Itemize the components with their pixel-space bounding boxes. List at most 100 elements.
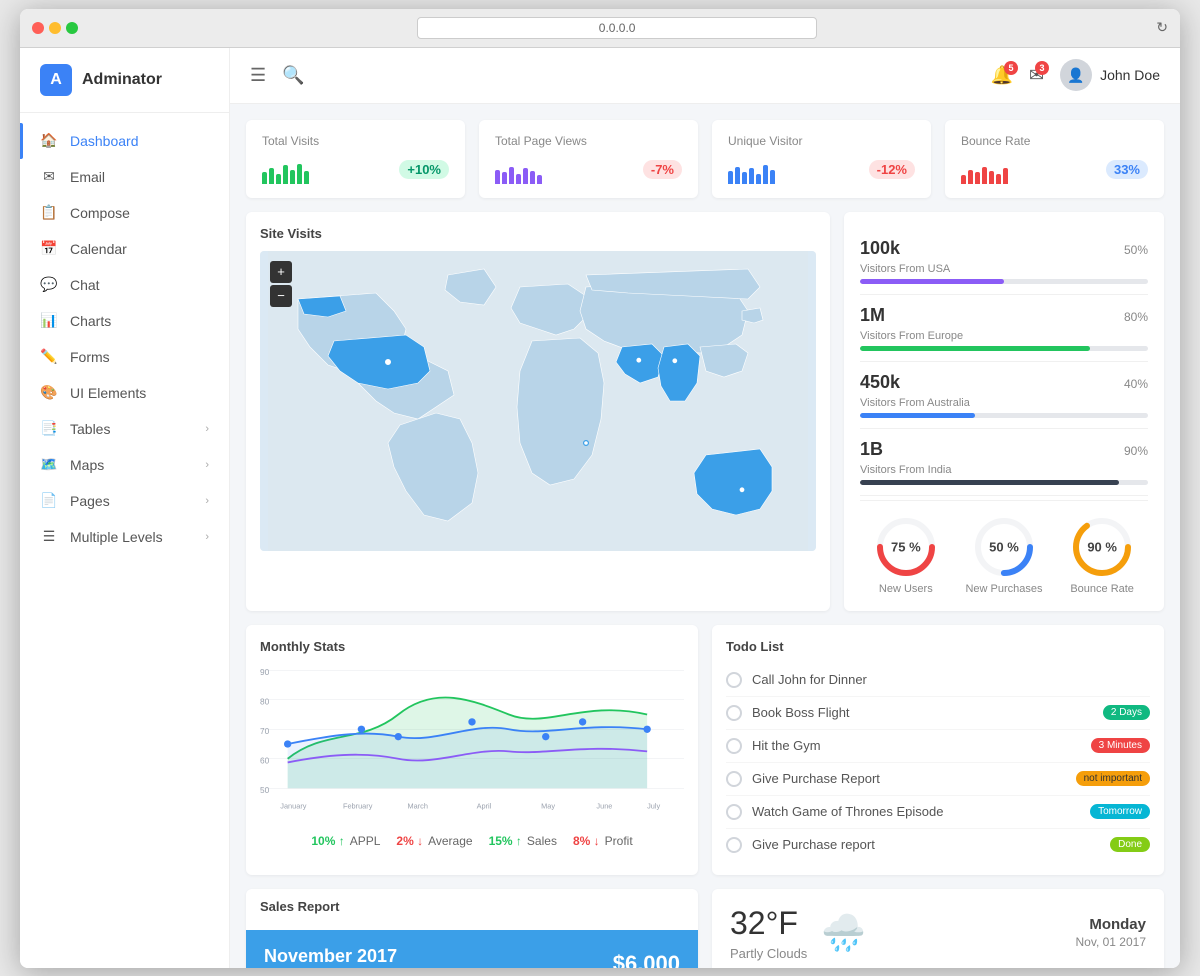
messages-badge: 3 (1035, 61, 1049, 75)
progress-fill (860, 413, 975, 418)
sidebar-item-compose[interactable]: 📋 Compose (20, 195, 229, 231)
visitor-pct: 80% (1124, 310, 1148, 324)
stat-card-page-views: Total Page Views -7% (479, 120, 698, 198)
sales-title: Sales Report (246, 889, 698, 920)
donut-chart: 90 % (1070, 515, 1134, 579)
todo-title: Todo List (726, 639, 1150, 654)
stat-badge: +10% (399, 160, 449, 179)
svg-text:February: February (343, 801, 373, 810)
messages-button[interactable]: ✉ 3 (1029, 65, 1044, 86)
stat-body: +10% (262, 156, 449, 184)
sidebar-item-label: Calendar (70, 241, 127, 257)
todo-badge: 2 Days (1103, 705, 1150, 720)
todo-checkbox[interactable] (726, 837, 742, 853)
browser-window: 0.0.0.0 ↻ A Adminator 🏠 Dashboard ✉ Emai… (20, 9, 1180, 968)
map-zoom-out[interactable]: − (270, 285, 292, 307)
sidebar-item-charts[interactable]: 📊 Charts (20, 303, 229, 339)
sidebar-item-label: Forms (70, 349, 110, 365)
sidebar-item-label: UI Elements (70, 385, 146, 401)
svg-text:80: 80 (260, 696, 270, 706)
maps-icon: 🗺️ (40, 456, 58, 474)
todo-checkbox[interactable] (726, 672, 742, 688)
svg-text:March: March (407, 801, 427, 810)
weather-top: 32°F Partly Clouds 🌧️ Monday Nov, 01 201… (730, 905, 1146, 961)
browser-chrome: 0.0.0.0 ↻ (20, 9, 1180, 48)
visitor-count: 1M (860, 305, 885, 326)
todo-checkbox[interactable] (726, 804, 742, 820)
donut-pct: 75 % (891, 539, 921, 554)
legend-label: Average (428, 834, 472, 848)
sidebar-item-calendar[interactable]: 📅 Calendar (20, 231, 229, 267)
visitor-stat-india: 1B 90% Visitors From India (860, 429, 1148, 496)
sidebar-item-tables[interactable]: 📑 Tables › (20, 411, 229, 447)
menu-icon[interactable]: ☰ (250, 65, 266, 86)
stat-badge: -7% (643, 160, 682, 179)
progress-bar (860, 480, 1148, 485)
search-icon[interactable]: 🔍 (282, 65, 304, 86)
chart-title: Monthly Stats (260, 639, 684, 654)
chevron-right-icon: › (205, 459, 209, 471)
sidebar-item-ui-elements[interactable]: 🎨 UI Elements (20, 375, 229, 411)
legend-item-average: 2% ↓ Average (396, 834, 472, 848)
sidebar-item-dashboard[interactable]: 🏠 Dashboard (20, 123, 229, 159)
legend-item-appl: 10% ↑ APPL (311, 834, 380, 848)
weather-icon: 🌧️ (821, 912, 866, 954)
todo-text: Give Purchase report (752, 837, 1110, 852)
main: ☰ 🔍 🔔 5 ✉ 3 👤 John Doe (230, 48, 1180, 968)
map-card: Site Visits + − (246, 212, 830, 611)
stat-badge: 33% (1106, 160, 1148, 179)
sidebar-item-label: Multiple Levels (70, 529, 163, 545)
dot-green[interactable] (66, 22, 78, 34)
progress-fill (860, 480, 1119, 485)
todo-checkbox[interactable] (726, 771, 742, 787)
chart-area: 90 80 70 60 50 (260, 664, 684, 824)
header-right: 🔔 5 ✉ 3 👤 John Doe (991, 59, 1160, 91)
svg-text:60: 60 (260, 755, 270, 765)
visitor-count: 1B (860, 439, 883, 460)
browser-url[interactable]: 0.0.0.0 (417, 17, 817, 39)
visitor-stat-europe: 1M 80% Visitors From Europe (860, 295, 1148, 362)
todo-item: Give Purchase report Done (726, 829, 1150, 861)
svg-text:January: January (280, 801, 307, 810)
compose-icon: 📋 (40, 204, 58, 222)
legend-label: Profit (605, 834, 633, 848)
stat-body: 33% (961, 156, 1148, 184)
sidebar-item-forms[interactable]: ✏️ Forms (20, 339, 229, 375)
content: Total Visits +10% (230, 104, 1180, 968)
visitor-stat-australia: 450k 40% Visitors From Australia (860, 362, 1148, 429)
dot-yellow[interactable] (49, 22, 61, 34)
todo-checkbox[interactable] (726, 705, 742, 721)
donut-label: Bounce Rate (1070, 583, 1134, 595)
stat-body: -7% (495, 156, 682, 184)
sidebar-item-email[interactable]: ✉ Email (20, 159, 229, 195)
dot-red[interactable] (32, 22, 44, 34)
user-menu[interactable]: 👤 John Doe (1060, 59, 1160, 91)
brand-logo: A (40, 64, 72, 96)
visitor-count: 450k (860, 372, 900, 393)
stat-card-total-visits: Total Visits +10% (246, 120, 465, 198)
sidebar-item-chat[interactable]: 💬 Chat (20, 267, 229, 303)
sidebar-item-label: Compose (70, 205, 130, 221)
map-zoom-in[interactable]: + (270, 261, 292, 283)
refresh-icon[interactable]: ↻ (1156, 19, 1168, 36)
sidebar-item-label: Maps (70, 457, 104, 473)
sales-amount: $6,000 (613, 951, 680, 968)
notifications-button[interactable]: 🔔 5 (991, 65, 1013, 86)
weather-temp: 32°F (730, 905, 807, 942)
progress-bar (860, 413, 1148, 418)
map-title: Site Visits (260, 226, 816, 241)
stat-title: Total Page Views (495, 134, 682, 148)
sidebar-item-pages[interactable]: 📄 Pages › (20, 483, 229, 519)
app: A Adminator 🏠 Dashboard ✉ Email 📋 Compos… (20, 48, 1180, 968)
stat-bars (262, 156, 309, 184)
avatar: 👤 (1060, 59, 1092, 91)
sidebar-item-maps[interactable]: 🗺️ Maps › (20, 447, 229, 483)
sidebar-item-multiple-levels[interactable]: ☰ Multiple Levels › (20, 519, 229, 555)
visitor-stat-usa: 100k 50% Visitors From USA (860, 228, 1148, 295)
svg-text:70: 70 (260, 725, 270, 735)
sidebar-item-label: Email (70, 169, 105, 185)
sidebar-item-label: Chat (70, 277, 100, 293)
todo-checkbox[interactable] (726, 738, 742, 754)
todo-item: Give Purchase Report not important (726, 763, 1150, 796)
donut-pct: 50 % (989, 539, 1019, 554)
